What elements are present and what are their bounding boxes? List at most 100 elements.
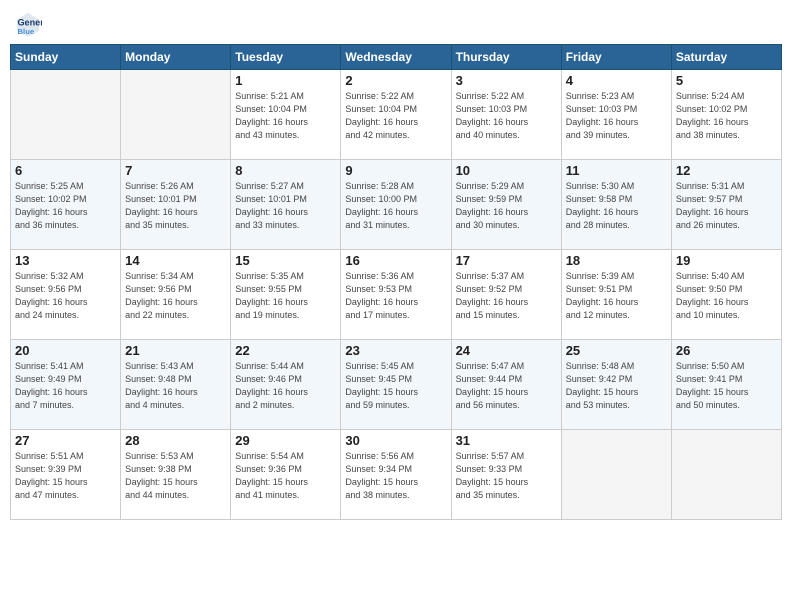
svg-text:General: General	[18, 17, 43, 27]
day-detail: Sunrise: 5:51 AM Sunset: 9:39 PM Dayligh…	[15, 450, 116, 502]
day-detail: Sunrise: 5:28 AM Sunset: 10:00 PM Daylig…	[345, 180, 446, 232]
calendar-cell: 2 Sunrise: 5:22 AM Sunset: 10:04 PM Dayli…	[341, 70, 451, 160]
calendar-cell: 14Sunrise: 5:34 AM Sunset: 9:56 PM Dayli…	[121, 250, 231, 340]
day-detail: Sunrise: 5:29 AM Sunset: 9:59 PM Dayligh…	[456, 180, 557, 232]
calendar-cell: 12 Sunrise: 5:31 AM Sunset: 9:57 PM Dayli…	[671, 160, 781, 250]
day-detail: Sunrise: 5:35 AM Sunset: 9:55 PM Dayligh…	[235, 270, 336, 322]
day-number: 15	[235, 253, 336, 268]
calendar-cell: 23 Sunrise: 5:45 AM Sunset: 9:45 PM Dayli…	[341, 340, 451, 430]
day-number: 27	[15, 433, 116, 448]
calendar-body: 1 Sunrise: 5:21 AM Sunset: 10:04 PM Dayli…	[11, 70, 782, 520]
calendar-cell: 19 Sunrise: 5:40 AM Sunset: 9:50 PM Dayli…	[671, 250, 781, 340]
calendar-cell: 26 Sunrise: 5:50 AM Sunset: 9:41 PM Dayli…	[671, 340, 781, 430]
day-detail: Sunrise: 5:44 AM Sunset: 9:46 PM Dayligh…	[235, 360, 336, 412]
day-detail: Sunrise: 5:21 AM Sunset: 10:04 PM Daylig…	[235, 90, 336, 142]
day-detail: Sunrise: 5:30 AM Sunset: 9:58 PM Dayligh…	[566, 180, 667, 232]
calendar-cell: 31 Sunrise: 5:57 AM Sunset: 9:33 PM Dayli…	[451, 430, 561, 520]
day-detail: Sunrise: 5:40 AM Sunset: 9:50 PM Dayligh…	[676, 270, 777, 322]
calendar-week-4: 20 Sunrise: 5:41 AM Sunset: 9:49 PM Dayli…	[11, 340, 782, 430]
day-number: 4	[566, 73, 667, 88]
calendar-cell: 10 Sunrise: 5:29 AM Sunset: 9:59 PM Dayli…	[451, 160, 561, 250]
calendar-cell: 30Sunrise: 5:56 AM Sunset: 9:34 PM Dayli…	[341, 430, 451, 520]
calendar-cell	[671, 430, 781, 520]
calendar-cell	[121, 70, 231, 160]
day-number: 17	[456, 253, 557, 268]
calendar-week-1: 1 Sunrise: 5:21 AM Sunset: 10:04 PM Dayli…	[11, 70, 782, 160]
day-detail: Sunrise: 5:45 AM Sunset: 9:45 PM Dayligh…	[345, 360, 446, 412]
calendar-cell: 3 Sunrise: 5:22 AM Sunset: 10:03 PM Dayli…	[451, 70, 561, 160]
day-number: 18	[566, 253, 667, 268]
day-detail: Sunrise: 5:22 AM Sunset: 10:04 PM Daylig…	[345, 90, 446, 142]
day-header-tuesday: Tuesday	[231, 45, 341, 70]
day-detail: Sunrise: 5:22 AM Sunset: 10:03 PM Daylig…	[456, 90, 557, 142]
day-number: 22	[235, 343, 336, 358]
day-detail: Sunrise: 5:43 AM Sunset: 9:48 PM Dayligh…	[125, 360, 226, 412]
day-number: 2	[345, 73, 446, 88]
day-number: 19	[676, 253, 777, 268]
day-detail: Sunrise: 5:53 AM Sunset: 9:38 PM Dayligh…	[125, 450, 226, 502]
day-detail: Sunrise: 5:27 AM Sunset: 10:01 PM Daylig…	[235, 180, 336, 232]
day-detail: Sunrise: 5:32 AM Sunset: 9:56 PM Dayligh…	[15, 270, 116, 322]
day-detail: Sunrise: 5:57 AM Sunset: 9:33 PM Dayligh…	[456, 450, 557, 502]
calendar-cell: 15 Sunrise: 5:35 AM Sunset: 9:55 PM Dayli…	[231, 250, 341, 340]
day-number: 14	[125, 253, 226, 268]
day-number: 11	[566, 163, 667, 178]
day-number: 26	[676, 343, 777, 358]
calendar-cell: 1 Sunrise: 5:21 AM Sunset: 10:04 PM Dayli…	[231, 70, 341, 160]
calendar-cell: 13 Sunrise: 5:32 AM Sunset: 9:56 PM Dayli…	[11, 250, 121, 340]
calendar-cell: 6 Sunrise: 5:25 AM Sunset: 10:02 PM Dayli…	[11, 160, 121, 250]
day-number: 1	[235, 73, 336, 88]
day-detail: Sunrise: 5:50 AM Sunset: 9:41 PM Dayligh…	[676, 360, 777, 412]
day-number: 12	[676, 163, 777, 178]
day-detail: Sunrise: 5:47 AM Sunset: 9:44 PM Dayligh…	[456, 360, 557, 412]
day-detail: Sunrise: 5:26 AM Sunset: 10:01 PM Daylig…	[125, 180, 226, 232]
calendar-cell	[561, 430, 671, 520]
day-number: 10	[456, 163, 557, 178]
calendar-cell: 20 Sunrise: 5:41 AM Sunset: 9:49 PM Dayli…	[11, 340, 121, 430]
day-detail: Sunrise: 5:41 AM Sunset: 9:49 PM Dayligh…	[15, 360, 116, 412]
day-number: 13	[15, 253, 116, 268]
calendar-cell: 21 Sunrise: 5:43 AM Sunset: 9:48 PM Dayli…	[121, 340, 231, 430]
day-detail: Sunrise: 5:54 AM Sunset: 9:36 PM Dayligh…	[235, 450, 336, 502]
day-detail: Sunrise: 5:37 AM Sunset: 9:52 PM Dayligh…	[456, 270, 557, 322]
day-header-wednesday: Wednesday	[341, 45, 451, 70]
day-header-sunday: Sunday	[11, 45, 121, 70]
day-number: 9	[345, 163, 446, 178]
calendar-cell: 7 Sunrise: 5:26 AM Sunset: 10:01 PM Dayli…	[121, 160, 231, 250]
calendar-cell: 28 Sunrise: 5:53 AM Sunset: 9:38 PM Dayli…	[121, 430, 231, 520]
day-number: 6	[15, 163, 116, 178]
day-number: 20	[15, 343, 116, 358]
day-number: 25	[566, 343, 667, 358]
calendar-cell: 22 Sunrise: 5:44 AM Sunset: 9:46 PM Dayli…	[231, 340, 341, 430]
day-number: 31	[456, 433, 557, 448]
day-number: 24	[456, 343, 557, 358]
day-number: 23	[345, 343, 446, 358]
page-header: General Blue	[10, 10, 782, 38]
day-detail: Sunrise: 5:31 AM Sunset: 9:57 PM Dayligh…	[676, 180, 777, 232]
day-number: 29	[235, 433, 336, 448]
day-number: 21	[125, 343, 226, 358]
day-number: 8	[235, 163, 336, 178]
calendar-table: SundayMondayTuesdayWednesdayThursdayFrid…	[10, 44, 782, 520]
day-number: 3	[456, 73, 557, 88]
day-detail: Sunrise: 5:48 AM Sunset: 9:42 PM Dayligh…	[566, 360, 667, 412]
day-header-thursday: Thursday	[451, 45, 561, 70]
day-number: 7	[125, 163, 226, 178]
logo: General Blue	[14, 10, 44, 38]
calendar-cell: 16Sunrise: 5:36 AM Sunset: 9:53 PM Dayli…	[341, 250, 451, 340]
calendar-cell: 5Sunrise: 5:24 AM Sunset: 10:02 PM Dayli…	[671, 70, 781, 160]
day-detail: Sunrise: 5:23 AM Sunset: 10:03 PM Daylig…	[566, 90, 667, 142]
calendar-cell: 29 Sunrise: 5:54 AM Sunset: 9:36 PM Dayli…	[231, 430, 341, 520]
calendar-cell: 25 Sunrise: 5:48 AM Sunset: 9:42 PM Dayli…	[561, 340, 671, 430]
day-number: 28	[125, 433, 226, 448]
calendar-cell	[11, 70, 121, 160]
day-header-friday: Friday	[561, 45, 671, 70]
day-detail: Sunrise: 5:24 AM Sunset: 10:02 PM Daylig…	[676, 90, 777, 142]
calendar-cell: 4 Sunrise: 5:23 AM Sunset: 10:03 PM Dayli…	[561, 70, 671, 160]
day-detail: Sunrise: 5:39 AM Sunset: 9:51 PM Dayligh…	[566, 270, 667, 322]
day-detail: Sunrise: 5:56 AM Sunset: 9:34 PM Dayligh…	[345, 450, 446, 502]
calendar-cell: 11 Sunrise: 5:30 AM Sunset: 9:58 PM Dayli…	[561, 160, 671, 250]
calendar-cell: 9 Sunrise: 5:28 AM Sunset: 10:00 PM Dayli…	[341, 160, 451, 250]
calendar-cell: 24 Sunrise: 5:47 AM Sunset: 9:44 PM Dayli…	[451, 340, 561, 430]
day-detail: Sunrise: 5:25 AM Sunset: 10:02 PM Daylig…	[15, 180, 116, 232]
